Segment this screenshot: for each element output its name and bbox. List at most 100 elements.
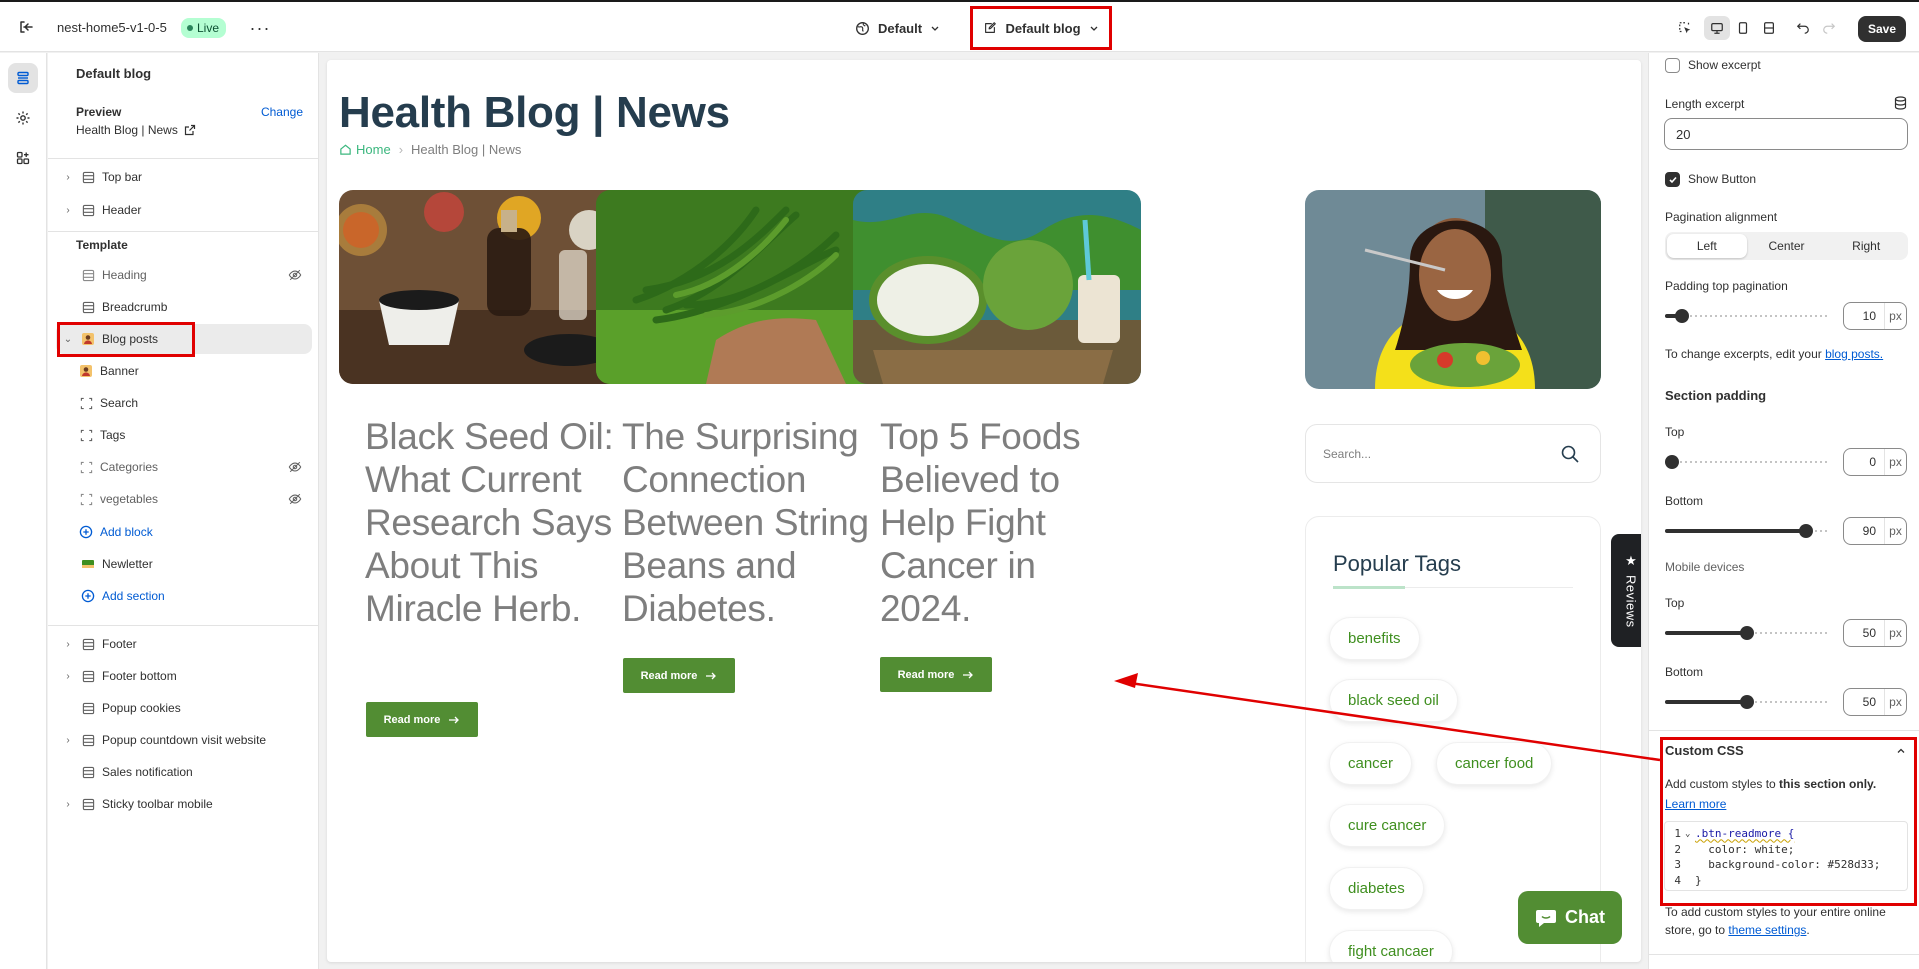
add-block-button[interactable]: Add block [74,517,312,547]
chat-button[interactable]: Chat [1518,891,1622,944]
read-more-button[interactable]: Read more [623,658,735,693]
banner-icon [78,363,94,379]
slider-knob[interactable] [1665,455,1679,469]
sidebar-item-newsletter[interactable]: Newletter [56,549,312,579]
custom-css-heading[interactable]: Custom CSS [1665,743,1744,758]
post-image-soursop[interactable] [853,190,1141,384]
pagination-option-right[interactable]: Right [1826,234,1906,258]
editor-topbar: nest-home5-v1-0-5 Live ··· Default Defau… [0,0,1919,52]
tag-pill[interactable]: benefits [1329,617,1420,660]
eye-off-icon[interactable] [286,460,304,474]
chevron-up-icon[interactable] [1896,746,1906,756]
post-title[interactable]: Top 5 Foods Believed to Help Fight Cance… [880,415,1110,630]
more-actions-button[interactable]: ··· [248,16,272,40]
divider [1649,730,1919,731]
sidebar-item-footer-bottom[interactable]: › Footer bottom [56,661,312,691]
redo-button[interactable] [1816,16,1842,40]
padding-bottom-slider[interactable] [1665,524,1829,538]
block-item-vegetables[interactable]: vegetables [74,484,312,514]
tag-pill[interactable]: cure cancer [1329,804,1446,847]
read-more-button[interactable]: Read more [880,657,992,692]
tag-pill[interactable]: cancer food [1436,742,1553,785]
exit-button[interactable] [14,15,38,39]
sidebar-item-sales-notification[interactable]: Sales notification [56,757,312,787]
sidebar-banner-image[interactable] [1305,190,1601,389]
mobile-padding-bottom-slider[interactable] [1665,695,1829,709]
save-button[interactable]: Save [1858,16,1906,42]
slider-knob[interactable] [1740,626,1754,640]
live-dot [187,25,193,31]
post-image-string-beans[interactable] [596,190,884,384]
padding-top-pagination-input[interactable]: 10 px [1843,302,1907,330]
mobile-padding-top-input[interactable]: 50 px [1843,619,1907,647]
show-button-checkbox[interactable] [1665,172,1680,187]
apps-tab[interactable] [8,143,38,173]
sidebar-item-breadcrumb[interactable]: Breadcrumb [56,292,312,322]
sidebar-item-popup-countdown[interactable]: › Popup countdown visit website [56,725,312,755]
theme-selector[interactable]: Default [855,17,940,39]
eye-off-icon[interactable] [286,492,304,506]
sidebar-item-heading[interactable]: Heading [56,260,312,290]
block-item-search[interactable]: Search [74,388,312,418]
breadcrumb-current: Health Blog | News [411,142,522,157]
block-item-banner[interactable]: Banner [74,356,312,386]
divider [48,231,319,232]
reviews-tab[interactable]: ★ Reviews [1611,534,1641,647]
sidebar-item-top-bar[interactable]: › Top bar [56,162,312,192]
breadcrumb-home[interactable]: Home [339,142,391,157]
sections-tab[interactable] [8,63,38,93]
read-more-button[interactable]: Read more [366,702,478,737]
learn-more-link[interactable]: Learn more [1665,797,1726,811]
number-value: 90 [1862,524,1876,538]
post-title[interactable]: The Surprising Connection Between String… [622,415,872,630]
fullwidth-view-button[interactable] [1756,16,1782,40]
block-item-categories[interactable]: Categories [74,452,312,482]
sidebar-item-sticky-toolbar[interactable]: › Sticky toolbar mobile [56,789,312,819]
tag-pill[interactable]: diabetes [1329,867,1424,910]
inspector-button[interactable] [1672,16,1698,40]
sidebar-item-blog-posts[interactable]: ⌄ Blog posts [56,324,312,354]
divider [48,158,319,159]
blog-posts-link[interactable]: blog posts. [1825,347,1883,361]
preview-value[interactable]: Health Blog | News [76,123,196,137]
theme-settings-link[interactable]: theme settings [1728,923,1806,937]
sidebar-item-popup-cookies[interactable]: Popup cookies [56,693,312,723]
post-image-black-seed-oil[interactable] [339,190,627,384]
blog-search-input[interactable]: Search... [1305,424,1601,483]
pagination-option-left[interactable]: Left [1667,234,1747,258]
tag-pill[interactable]: fight cancaer [1329,930,1453,962]
custom-css-editor[interactable]: 1 ⌄ .btn-readmore { 2 color: white; 3 back… [1664,821,1908,891]
sidebar-item-footer[interactable]: › Footer [56,629,312,659]
mobile-view-button[interactable] [1730,16,1756,40]
slider-knob[interactable] [1740,695,1754,709]
mobile-padding-top-slider[interactable] [1665,626,1829,640]
block-item-tags[interactable]: Tags [74,420,312,450]
sidebar-item-header[interactable]: › Header [56,195,312,225]
pagination-option-center[interactable]: Center [1747,234,1827,258]
tag-pill[interactable]: cancer [1329,742,1413,785]
padding-bottom-input[interactable]: 90 px [1843,517,1907,545]
mobile-padding-bottom-input[interactable]: 50 px [1843,688,1907,716]
theme-settings-tab[interactable] [8,103,38,133]
tags-divider-accent [1333,586,1405,589]
slider-knob[interactable] [1799,524,1813,538]
post-title[interactable]: Black Seed Oil: What Current Research Sa… [365,415,615,630]
undo-button[interactable] [1790,16,1816,40]
show-excerpt-checkbox[interactable] [1665,58,1680,73]
chevron-down-icon[interactable]: ⌄ [60,334,76,345]
fold-icon[interactable]: ⌄ [1685,829,1695,839]
preview-change-link[interactable]: Change [261,105,303,119]
tag-pill[interactable]: black seed oil [1329,679,1458,722]
length-excerpt-input[interactable]: 20 [1664,118,1908,150]
eye-off-icon[interactable] [286,268,304,282]
desktop-view-button[interactable] [1704,16,1730,40]
padding-top-slider[interactable] [1665,455,1829,469]
padding-top-pagination-slider[interactable] [1665,309,1829,323]
store-preview: Health Blog | News Home › Health Blog | … [327,60,1641,962]
search-icon[interactable] [1560,444,1580,464]
template-selector[interactable]: Default blog [970,6,1112,50]
add-section-button[interactable]: Add section [56,581,312,611]
slider-knob[interactable] [1675,309,1689,323]
padding-top-input[interactable]: 0 px [1843,448,1907,476]
database-icon[interactable] [1894,96,1907,110]
